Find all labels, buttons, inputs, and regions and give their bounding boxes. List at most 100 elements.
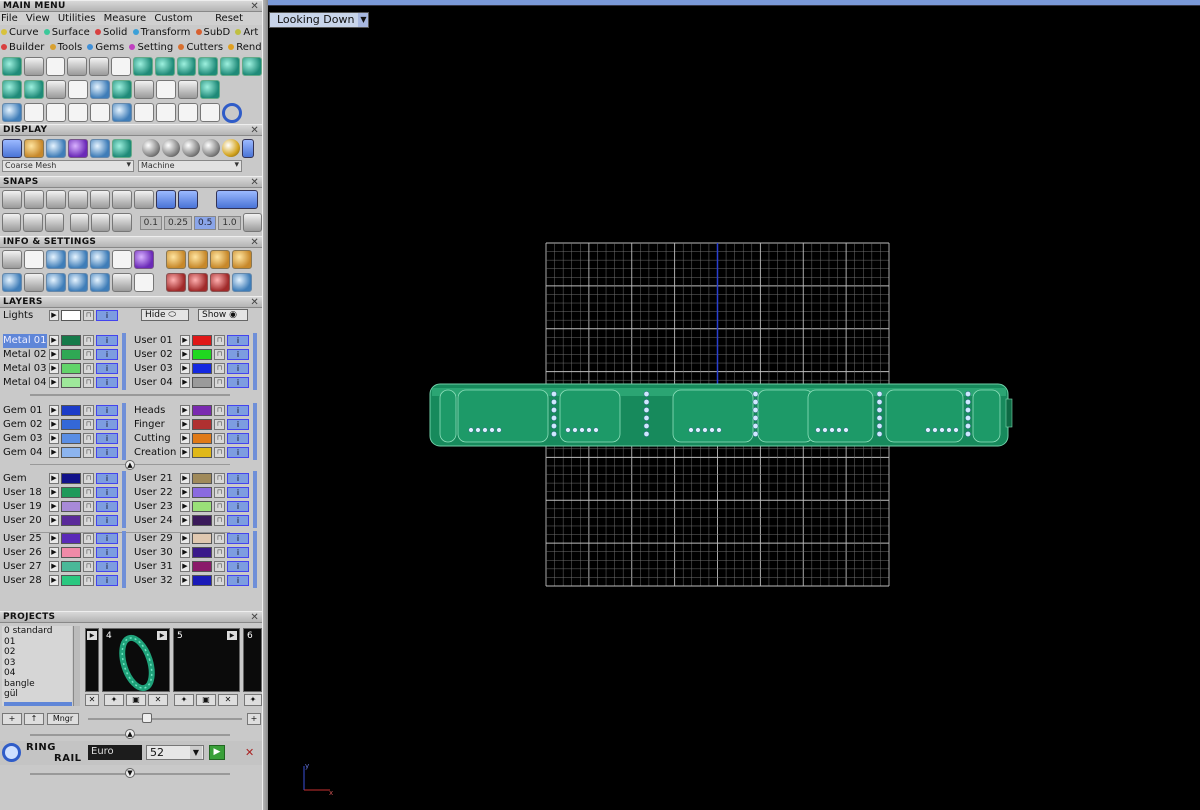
thumbnail-5[interactable]: 5 ▶ bbox=[173, 628, 240, 692]
layer-color-swatch[interactable] bbox=[192, 515, 212, 526]
info-toggle[interactable]: i bbox=[227, 363, 249, 374]
layer-name[interactable]: User 20 bbox=[3, 514, 47, 528]
layer-name[interactable]: User 18 bbox=[3, 486, 47, 500]
save-icon[interactable]: ▣ bbox=[126, 694, 146, 706]
lock-icon[interactable]: ⊓ bbox=[83, 501, 94, 512]
panel-icon[interactable] bbox=[24, 273, 44, 292]
play-arrow-icon[interactable]: ▶ bbox=[180, 419, 190, 430]
info-toggle[interactable]: i bbox=[96, 501, 118, 512]
globe-tool-icon[interactable] bbox=[220, 57, 241, 76]
layer-color-swatch[interactable] bbox=[61, 473, 81, 484]
notepad-icon[interactable] bbox=[112, 250, 132, 269]
layer-color-swatch[interactable] bbox=[192, 363, 212, 374]
material-select[interactable]: Machine bbox=[138, 160, 242, 172]
snap-cube-icon[interactable] bbox=[23, 213, 43, 232]
pliers-tool-icon[interactable] bbox=[176, 57, 197, 76]
info-toggle[interactable]: i bbox=[96, 335, 118, 346]
layer-name[interactable]: Gem bbox=[3, 472, 47, 486]
snap-value-1-0[interactable]: 1.0 bbox=[218, 215, 241, 230]
info-toggle[interactable]: i bbox=[96, 419, 118, 430]
layer-color-swatch[interactable] bbox=[192, 487, 212, 498]
layer-name[interactable]: User 26 bbox=[3, 546, 47, 560]
play-arrow-icon[interactable]: ▶ bbox=[180, 487, 190, 498]
bracelet-icon[interactable] bbox=[166, 273, 186, 292]
lock-icon[interactable]: ⊓ bbox=[214, 533, 225, 544]
lock-icon[interactable]: ⊓ bbox=[83, 473, 94, 484]
close-icon[interactable]: ✕ bbox=[250, 237, 259, 248]
play-arrow-icon[interactable]: ▶ bbox=[49, 447, 59, 458]
play-arrow-icon[interactable]: ▶ bbox=[180, 501, 190, 512]
info-toggle[interactable]: i bbox=[96, 561, 118, 572]
layer-name[interactable]: Gem 02 bbox=[3, 418, 47, 432]
play-arrow-icon[interactable]: ▶ bbox=[87, 631, 97, 640]
layer-color-swatch[interactable] bbox=[61, 561, 81, 572]
lock-icon[interactable]: ⊓ bbox=[214, 405, 225, 416]
chevron-down-icon[interactable]: ▼ bbox=[190, 746, 202, 759]
document-tool-icon[interactable] bbox=[68, 80, 88, 99]
category-tools[interactable]: Tools bbox=[49, 42, 82, 53]
thumbnail-6[interactable]: 6 bbox=[243, 628, 262, 692]
lock-icon[interactable]: ⊓ bbox=[214, 501, 225, 512]
menu-utilities[interactable]: Utilities bbox=[58, 13, 96, 24]
layer-name[interactable]: User 04 bbox=[134, 376, 178, 390]
load-icon[interactable]: ✦ bbox=[244, 694, 262, 706]
layer-name[interactable]: User 19 bbox=[3, 500, 47, 514]
lock-icon[interactable]: ⊓ bbox=[214, 487, 225, 498]
lock-icon[interactable]: ⊓ bbox=[83, 447, 94, 458]
layer-name[interactable]: User 28 bbox=[3, 574, 47, 588]
reset-button[interactable]: Reset bbox=[215, 12, 243, 25]
layer-color-swatch[interactable] bbox=[61, 575, 81, 586]
load-icon[interactable]: ✦ bbox=[104, 694, 124, 706]
sun-tool-icon[interactable] bbox=[45, 57, 66, 76]
info-toggle[interactable]: i bbox=[227, 575, 249, 586]
project-item[interactable]: 0 standard bbox=[4, 626, 72, 637]
play-arrow-icon[interactable]: ▶ bbox=[49, 515, 59, 526]
info-toggle[interactable]: i bbox=[227, 561, 249, 572]
layer-color-swatch[interactable] bbox=[61, 447, 81, 458]
layer-color-swatch[interactable] bbox=[61, 377, 81, 388]
lock-icon[interactable]: ⊓ bbox=[83, 419, 94, 430]
info-toggle[interactable]: i bbox=[96, 575, 118, 586]
layer-color-swatch[interactable] bbox=[192, 405, 212, 416]
material-ball-icon[interactable] bbox=[142, 139, 160, 157]
lock-icon[interactable]: ⊓ bbox=[83, 433, 94, 444]
play-arrow-icon[interactable]: ▶ bbox=[180, 561, 190, 572]
lock-icon[interactable]: ⊓ bbox=[83, 405, 94, 416]
layer-color-swatch[interactable] bbox=[61, 501, 81, 512]
close-icon[interactable]: ✕ bbox=[250, 125, 259, 136]
arc-tool-icon[interactable] bbox=[24, 103, 44, 122]
layer-color-swatch[interactable] bbox=[192, 349, 212, 360]
lock-icon[interactable]: ⊓ bbox=[214, 349, 225, 360]
layer-color-swatch[interactable] bbox=[61, 433, 81, 444]
play-arrow-icon[interactable]: ▶ bbox=[49, 487, 59, 498]
play-arrow-icon[interactable]: ▶ bbox=[180, 575, 190, 586]
splash-tool-icon[interactable] bbox=[134, 103, 154, 122]
info-toggle[interactable]: i bbox=[96, 363, 118, 374]
atom-icon[interactable] bbox=[210, 273, 230, 292]
ball-tool-icon[interactable] bbox=[200, 80, 220, 99]
move-tool-icon[interactable] bbox=[90, 103, 110, 122]
calculator-tool-icon[interactable] bbox=[156, 80, 176, 99]
lock-icon[interactable]: ⊓ bbox=[214, 433, 225, 444]
render-mode-icon[interactable] bbox=[68, 138, 88, 158]
projects-scrollbar[interactable] bbox=[73, 626, 80, 706]
layer-color-swatch[interactable] bbox=[192, 575, 212, 586]
play-arrow-icon[interactable]: ▶ bbox=[49, 561, 59, 572]
play-arrow-icon[interactable]: ▶ bbox=[180, 377, 190, 388]
close-icon[interactable]: ✕ bbox=[250, 1, 259, 12]
play-arrow-icon[interactable]: ▶ bbox=[49, 533, 59, 544]
tree-tool-icon[interactable] bbox=[242, 57, 262, 76]
snap-surface-icon[interactable] bbox=[91, 213, 111, 232]
play-arrow-icon[interactable]: ▶ bbox=[49, 377, 59, 388]
play-arrow-icon[interactable]: ▶ bbox=[180, 363, 190, 374]
layer-name[interactable]: Creation bbox=[134, 446, 178, 460]
play-arrow-icon[interactable]: ▶ bbox=[227, 631, 237, 640]
layer-color-swatch[interactable] bbox=[192, 561, 212, 572]
grid-tool-icon[interactable] bbox=[90, 80, 110, 99]
settings-gears-icon[interactable] bbox=[2, 250, 22, 269]
close-icon[interactable]: ✕ bbox=[250, 177, 259, 188]
sphere-mode-icon[interactable] bbox=[46, 138, 66, 158]
snap-value-0-1[interactable]: 0.1 bbox=[139, 215, 162, 230]
lock-icon[interactable]: ⊓ bbox=[214, 561, 225, 572]
layer-name[interactable]: User 01 bbox=[134, 334, 178, 348]
